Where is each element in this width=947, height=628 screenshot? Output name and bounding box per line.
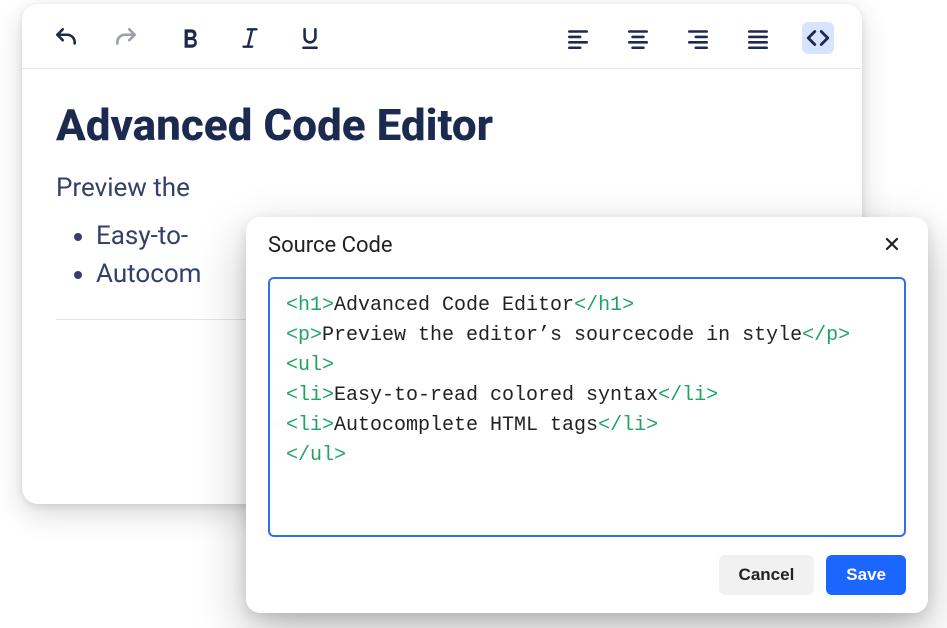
underline-button[interactable] bbox=[294, 22, 326, 54]
source-code-modal: Source Code ✕ <h1>Advanced Code Editor</… bbox=[246, 217, 928, 613]
history-group bbox=[50, 22, 142, 54]
undo-button[interactable] bbox=[50, 22, 82, 54]
modal-footer: Cancel Save bbox=[246, 547, 928, 613]
align-justify-button[interactable] bbox=[742, 22, 774, 54]
bold-icon bbox=[177, 25, 203, 51]
align-left-icon bbox=[565, 25, 591, 51]
align-right-icon bbox=[685, 25, 711, 51]
modal-title: Source Code bbox=[268, 233, 393, 258]
document-heading: Advanced Code Editor bbox=[56, 99, 828, 151]
close-icon: ✕ bbox=[883, 233, 901, 258]
formatting-group bbox=[174, 22, 326, 54]
italic-icon bbox=[237, 25, 263, 51]
align-center-button[interactable] bbox=[622, 22, 654, 54]
toolbar bbox=[22, 4, 862, 69]
bold-button[interactable] bbox=[174, 22, 206, 54]
align-right-button[interactable] bbox=[682, 22, 714, 54]
align-left-button[interactable] bbox=[562, 22, 594, 54]
undo-icon bbox=[53, 25, 79, 51]
close-button[interactable]: ✕ bbox=[878, 231, 906, 259]
modal-header: Source Code ✕ bbox=[246, 217, 928, 267]
align-justify-icon bbox=[745, 25, 771, 51]
cancel-button[interactable]: Cancel bbox=[719, 555, 815, 595]
code-editor[interactable]: <h1>Advanced Code Editor</h1> <p>Preview… bbox=[268, 277, 906, 537]
document-paragraph: Preview the bbox=[56, 173, 828, 203]
italic-button[interactable] bbox=[234, 22, 266, 54]
alignment-group bbox=[562, 22, 834, 54]
source-code-button[interactable] bbox=[802, 22, 834, 54]
redo-icon bbox=[113, 25, 139, 51]
code-icon bbox=[805, 25, 831, 51]
save-button[interactable]: Save bbox=[826, 555, 906, 595]
redo-button[interactable] bbox=[110, 22, 142, 54]
align-center-icon bbox=[625, 25, 651, 51]
underline-icon bbox=[297, 25, 323, 51]
